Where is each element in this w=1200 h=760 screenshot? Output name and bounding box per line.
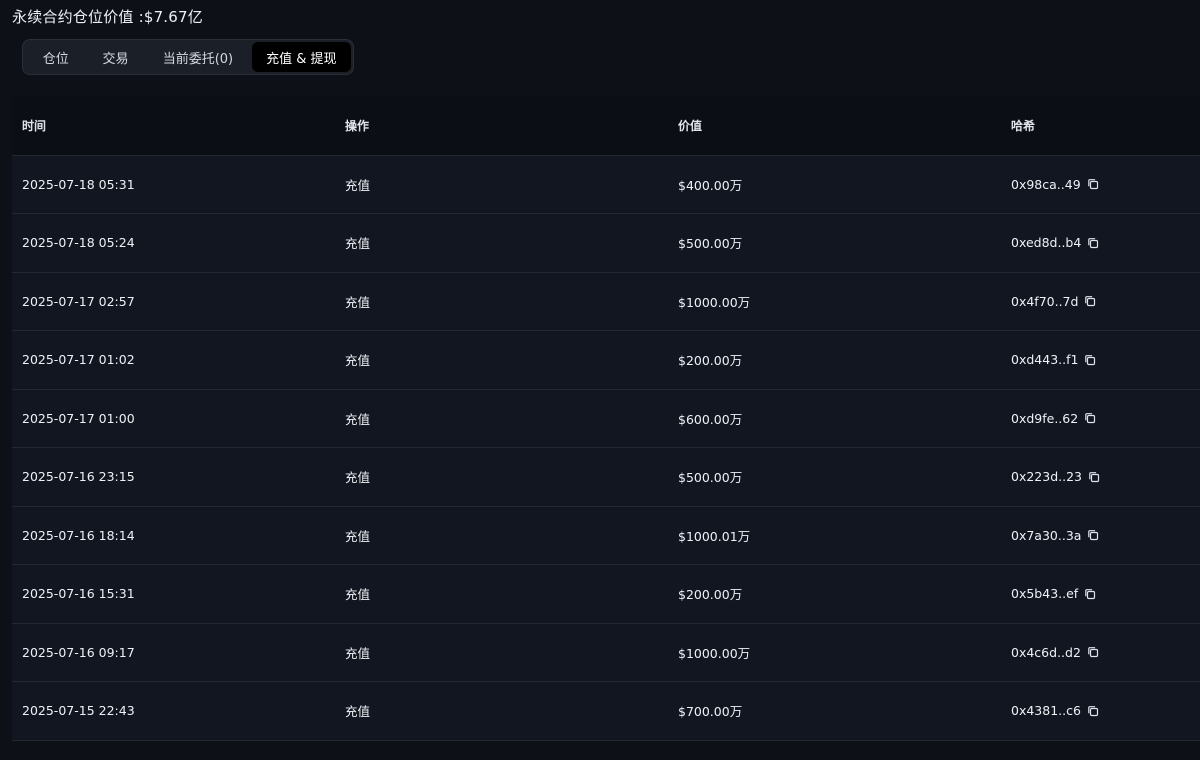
- column-header-time: 时间: [12, 96, 335, 156]
- hash-group: 0xd443..f1: [1011, 352, 1096, 367]
- hash-link[interactable]: 0x5b43..ef: [1011, 586, 1078, 601]
- cell-action: 充值: [335, 155, 668, 214]
- copy-icon[interactable]: [1084, 295, 1096, 307]
- table-row: 2025-07-15 22:43 充值 $700.00万 0x4381..c6: [12, 681, 1200, 741]
- hash-link[interactable]: 0x7a30..3a: [1011, 528, 1081, 543]
- cell-action: 充值: [335, 389, 668, 448]
- cell-value: $1000.00万: [668, 272, 1001, 331]
- hash-link[interactable]: 0x4381..c6: [1011, 703, 1081, 718]
- table-row: 2025-07-17 01:00 充值 $600.00万 0xd9fe..62: [12, 389, 1200, 448]
- hash-group: 0x4c6d..d2: [1011, 645, 1099, 660]
- cell-hash: 0x7a30..3a: [1001, 506, 1200, 565]
- cell-value: $200.00万: [668, 564, 1001, 624]
- cell-time: 2025-07-15 22:43: [12, 681, 335, 741]
- cell-time: 2025-07-17 02:57: [12, 272, 335, 331]
- hash-group: 0x4f70..7d: [1011, 294, 1096, 309]
- cell-value: $400.00万: [668, 155, 1001, 214]
- column-header-hash: 哈希: [1001, 96, 1200, 156]
- tab-deposits-withdrawals[interactable]: 充值 & 提现: [251, 42, 351, 72]
- table-row: 2025-07-16 23:15 充值 $500.00万 0x223d..23: [12, 447, 1200, 507]
- cell-time: 2025-07-17 01:02: [12, 330, 335, 390]
- cell-value: $1000.01万: [668, 506, 1001, 565]
- column-header-value: 价值: [668, 96, 1001, 156]
- cell-hash: 0x4381..c6: [1001, 681, 1200, 741]
- cell-time: 2025-07-16 23:15: [12, 447, 335, 507]
- cell-value: $1000.00万: [668, 623, 1001, 682]
- deposits-table: 时间 操作 价值 哈希 2025-07-18 05:31 充值 $400.00万 0x…: [12, 96, 1200, 741]
- copy-icon[interactable]: [1087, 646, 1099, 658]
- copy-icon[interactable]: [1084, 588, 1096, 600]
- copy-icon[interactable]: [1084, 354, 1096, 366]
- hash-group: 0x7a30..3a: [1011, 528, 1099, 543]
- hash-link[interactable]: 0x98ca..49: [1011, 177, 1081, 192]
- hash-group: 0xed8d..b4: [1011, 235, 1099, 250]
- copy-icon[interactable]: [1084, 412, 1096, 424]
- table-row: 2025-07-17 02:57 充值 $1000.00万 0x4f70..7d: [12, 272, 1200, 331]
- hash-link[interactable]: 0xed8d..b4: [1011, 235, 1081, 250]
- cell-hash: 0x98ca..49: [1001, 155, 1200, 214]
- cell-action: 充值: [335, 564, 668, 624]
- copy-icon[interactable]: [1088, 471, 1100, 483]
- copy-icon[interactable]: [1087, 237, 1099, 249]
- tab-positions[interactable]: 仓位: [25, 42, 87, 72]
- hash-group: 0xd9fe..62: [1011, 411, 1096, 426]
- cell-time: 2025-07-16 15:31: [12, 564, 335, 624]
- cell-value: $700.00万: [668, 681, 1001, 741]
- cell-hash: 0x5b43..ef: [1001, 564, 1200, 624]
- cell-hash: 0xd443..f1: [1001, 330, 1200, 390]
- tab-bar: 仓位 交易 当前委托(0) 充值 & 提现: [22, 39, 354, 75]
- cell-hash: 0x4f70..7d: [1001, 272, 1200, 331]
- cell-action: 充值: [335, 272, 668, 331]
- page-title: 永续合约仓位价值 :$7.67亿: [12, 8, 203, 26]
- hash-group: 0x98ca..49: [1011, 177, 1099, 192]
- hash-link[interactable]: 0x4c6d..d2: [1011, 645, 1081, 660]
- table-body: 2025-07-18 05:31 充值 $400.00万 0x98ca..49 2025…: [12, 155, 1200, 741]
- cell-action: 充值: [335, 330, 668, 390]
- tab-open-orders[interactable]: 当前委托(0): [144, 42, 251, 72]
- cell-value: $500.00万: [668, 213, 1001, 273]
- column-header-action: 操作: [335, 96, 668, 156]
- cell-action: 充值: [335, 623, 668, 682]
- copy-icon[interactable]: [1087, 529, 1099, 541]
- copy-icon[interactable]: [1087, 705, 1099, 717]
- hash-group: 0x4381..c6: [1011, 703, 1099, 718]
- cell-hash: 0x223d..23: [1001, 447, 1200, 507]
- cell-hash: 0xed8d..b4: [1001, 213, 1200, 273]
- tab-trades[interactable]: 交易: [87, 42, 145, 72]
- hash-link[interactable]: 0x223d..23: [1011, 469, 1082, 484]
- cell-time: 2025-07-18 05:31: [12, 155, 335, 214]
- hash-group: 0x5b43..ef: [1011, 586, 1096, 601]
- cell-time: 2025-07-16 09:17: [12, 623, 335, 682]
- cell-time: 2025-07-17 01:00: [12, 389, 335, 448]
- hash-link[interactable]: 0xd443..f1: [1011, 352, 1078, 367]
- hash-link[interactable]: 0x4f70..7d: [1011, 294, 1078, 309]
- cell-action: 充值: [335, 447, 668, 507]
- cell-action: 充值: [335, 213, 668, 273]
- cell-time: 2025-07-16 18:14: [12, 506, 335, 565]
- cell-hash: 0xd9fe..62: [1001, 389, 1200, 448]
- cell-hash: 0x4c6d..d2: [1001, 623, 1200, 682]
- cell-value: $500.00万: [668, 447, 1001, 507]
- cell-value: $600.00万: [668, 389, 1001, 448]
- table-row: 2025-07-16 15:31 充值 $200.00万 0x5b43..ef: [12, 564, 1200, 624]
- table-row: 2025-07-16 18:14 充值 $1000.01万 0x7a30..3a: [12, 506, 1200, 565]
- hash-link[interactable]: 0xd9fe..62: [1011, 411, 1078, 426]
- table-row: 2025-07-16 09:17 充值 $1000.00万 0x4c6d..d2: [12, 623, 1200, 682]
- cell-action: 充值: [335, 506, 668, 565]
- hash-group: 0x223d..23: [1011, 469, 1100, 484]
- cell-action: 充值: [335, 681, 668, 741]
- table-row: 2025-07-17 01:02 充值 $200.00万 0xd443..f1: [12, 330, 1200, 390]
- copy-icon[interactable]: [1087, 178, 1099, 190]
- deposits-table-container: 时间 操作 价值 哈希 2025-07-18 05:31 充值 $400.00万 0x…: [12, 96, 1200, 760]
- table-row: 2025-07-18 05:24 充值 $500.00万 0xed8d..b4: [12, 213, 1200, 273]
- table-row: 2025-07-18 05:31 充值 $400.00万 0x98ca..49: [12, 155, 1200, 214]
- cell-value: $200.00万: [668, 330, 1001, 390]
- cell-time: 2025-07-18 05:24: [12, 213, 335, 273]
- table-header-row: 时间 操作 价值 哈希: [12, 96, 1200, 156]
